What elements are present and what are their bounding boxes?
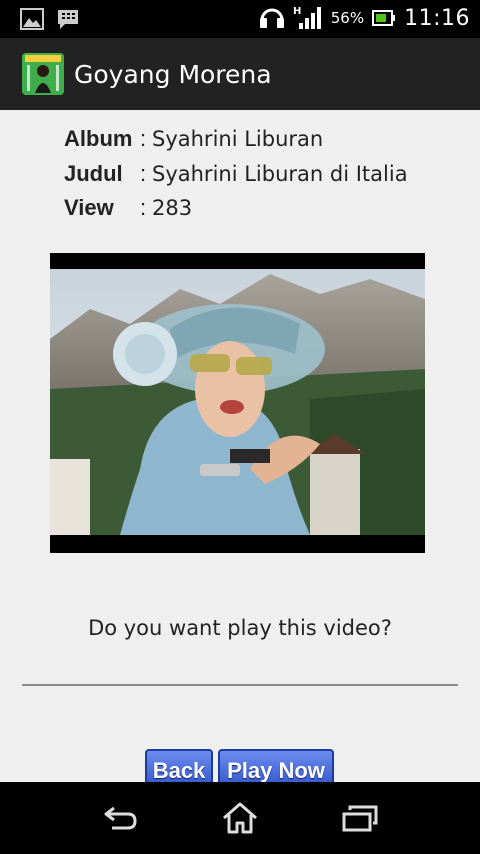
main-content: Album : Syahrini Liburan Judul : Syahrin… (0, 110, 480, 782)
battery-icon (372, 10, 396, 26)
video-thumbnail[interactable] (50, 253, 425, 553)
headset-icon (259, 8, 284, 28)
judul-value: Syahrini Liburan di Italia (152, 161, 408, 186)
view-row: View : 283 (64, 191, 408, 226)
video-thumbnail-image (50, 269, 425, 535)
bbm-icon (58, 10, 78, 29)
album-separator: : (140, 126, 147, 152)
play-now-button[interactable]: Play Now (218, 749, 334, 782)
status-bar: H 56% 11:16 (0, 0, 480, 38)
back-button[interactable]: Back (145, 749, 213, 782)
view-value: 283 (152, 196, 193, 221)
gallery-icon (20, 8, 44, 30)
album-row: Album : Syahrini Liburan (64, 122, 408, 157)
network-type-label: H (293, 6, 301, 17)
video-info: Album : Syahrini Liburan Judul : Syahrin… (64, 122, 408, 226)
back-icon[interactable] (100, 800, 140, 836)
judul-separator: : (140, 160, 147, 186)
judul-row: Judul : Syahrini Liburan di Italia (64, 157, 408, 192)
home-icon[interactable] (220, 800, 260, 836)
battery-percent: 56% (330, 9, 365, 27)
judul-label: Judul (64, 160, 123, 186)
signal-icon: H (293, 6, 321, 29)
album-label: Album (64, 126, 133, 152)
confirm-question: Do you want play this video? (88, 616, 392, 640)
app-logo-icon[interactable] (22, 53, 64, 95)
view-label: View (64, 195, 114, 221)
navigation-bar (0, 782, 480, 854)
recent-apps-icon[interactable] (340, 800, 380, 836)
app-title: Goyang Morena (74, 59, 272, 89)
divider (22, 684, 458, 686)
view-separator: : (140, 195, 147, 221)
action-bar: Goyang Morena (0, 38, 480, 110)
album-value: Syahrini Liburan (152, 127, 324, 152)
clock: 11:16 (404, 5, 470, 31)
